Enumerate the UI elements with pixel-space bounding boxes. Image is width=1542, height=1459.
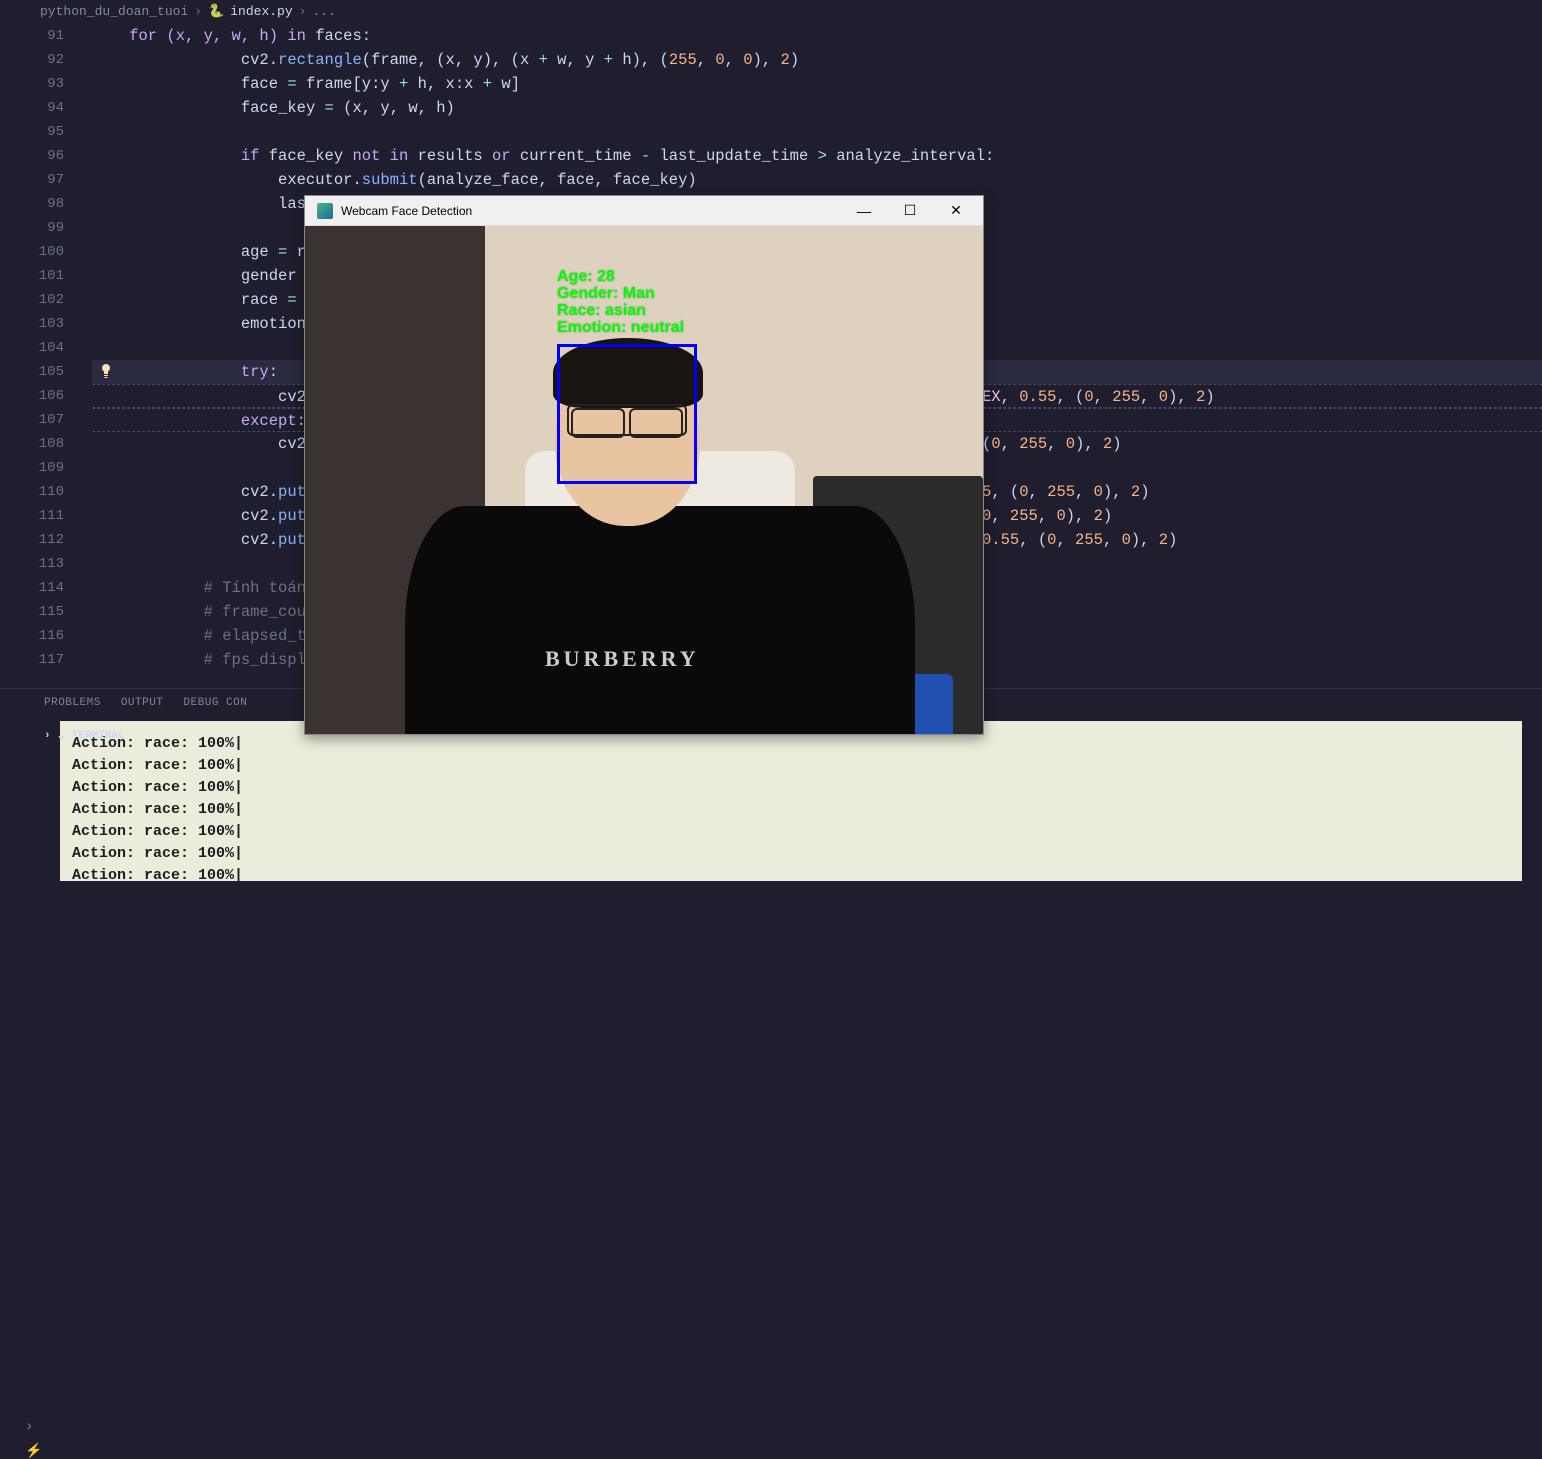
breadcrumb[interactable]: python_du_doan_tuoi › 🐍 index.py › ... [40, 0, 336, 22]
code-line[interactable]: for (x, y, w, h) in faces: [92, 24, 1542, 48]
line-number: 97 [0, 168, 64, 192]
code-line[interactable]: face = frame[y:y + h, x:x + w] [92, 72, 1542, 96]
code-line[interactable]: cv2.rectangle(frame, (x, y), (x + w, y +… [92, 48, 1542, 72]
line-number: 117 [0, 648, 64, 672]
line-number: 94 [0, 96, 64, 120]
terminal-sidebar-icons: › ⚡ [25, 1419, 43, 1459]
code-line[interactable]: if face_key not in results or current_ti… [92, 144, 1542, 168]
tab-debug-console[interactable]: DEBUG CON [183, 697, 247, 709]
line-number: 98 [0, 192, 64, 216]
lightbulb-icon[interactable] [98, 363, 114, 379]
chevron-down-icon[interactable]: ⌄ [57, 729, 66, 743]
line-number-gutter: 9192939495969798991001011021031041051061… [0, 24, 90, 672]
terminal-line: Action: race: 100%| [72, 733, 1510, 755]
terminal-line: Action: race: 100%| [72, 777, 1510, 799]
line-number: 110 [0, 480, 64, 504]
bottom-panel: PROBLEMS OUTPUT DEBUG CON › ⌄ TERMINAL ›… [0, 688, 1542, 1090]
breadcrumb-separator: › [299, 4, 307, 19]
code-line[interactable]: executor.submit(analyze_face, face, face… [92, 168, 1542, 192]
line-number: 107 [0, 408, 64, 432]
code-line[interactable] [92, 120, 1542, 144]
window-titlebar[interactable]: Webcam Face Detection — ☐ ✕ [305, 196, 983, 226]
line-number: 100 [0, 240, 64, 264]
line-number: 93 [0, 72, 64, 96]
terminal-line: Action: race: 100%| [72, 755, 1510, 777]
minimize-button[interactable]: — [841, 196, 887, 226]
face-detection-box [557, 344, 697, 484]
line-number: 101 [0, 264, 64, 288]
python-file-icon: 🐍 [208, 4, 224, 19]
line-number: 102 [0, 288, 64, 312]
line-number: 92 [0, 48, 64, 72]
line-number: 105 [0, 360, 64, 384]
detection-overlay: Age: 28 Gender: Man Race: asian Emotion:… [557, 268, 684, 336]
breadcrumb-separator: › [194, 4, 202, 19]
overlay-emotion: Emotion: neutral [557, 319, 684, 336]
line-number: 108 [0, 432, 64, 456]
line-number: 113 [0, 552, 64, 576]
terminal-line: Action: race: 100%| [72, 799, 1510, 821]
line-number: 104 [0, 336, 64, 360]
breadcrumb-folder[interactable]: python_du_doan_tuoi [40, 4, 188, 19]
terminal-output[interactable]: Action: race: 100%|Action: race: 100%|Ac… [60, 721, 1522, 881]
plug-icon[interactable]: ⚡ [25, 1443, 43, 1459]
close-button[interactable]: ✕ [933, 196, 979, 226]
terminal-line: Action: race: 100%| [72, 843, 1510, 865]
line-number: 91 [0, 24, 64, 48]
line-number: 106 [0, 384, 64, 408]
chevron-right-icon[interactable]: › [25, 1419, 43, 1435]
code-line[interactable]: face_key = (x, y, w, h) [92, 96, 1542, 120]
overlay-race: Race: asian [557, 302, 684, 319]
breadcrumb-trail[interactable]: ... [312, 4, 335, 19]
line-number: 114 [0, 576, 64, 600]
line-number: 103 [0, 312, 64, 336]
window-title: Webcam Face Detection [341, 204, 841, 218]
line-number: 116 [0, 624, 64, 648]
breadcrumb-file[interactable]: index.py [230, 4, 292, 19]
terminal-tab[interactable]: TERMINAL [72, 730, 125, 742]
terminal-line: Action: race: 100%| [72, 821, 1510, 843]
line-number: 96 [0, 144, 64, 168]
line-number: 99 [0, 216, 64, 240]
line-number: 95 [0, 120, 64, 144]
person-torso [405, 506, 915, 734]
webcam-video-frame: BURBERRY Age: 28 Gender: Man Race: asian… [305, 226, 983, 734]
line-number: 112 [0, 528, 64, 552]
overlay-age: Age: 28 [557, 268, 684, 285]
line-number: 111 [0, 504, 64, 528]
shirt-logo: BURBERRY [545, 646, 700, 672]
chevron-right-icon[interactable]: › [44, 730, 51, 742]
maximize-button[interactable]: ☐ [887, 196, 933, 226]
terminal-line: Action: race: 100%| [72, 865, 1510, 881]
line-number: 115 [0, 600, 64, 624]
overlay-gender: Gender: Man [557, 285, 684, 302]
line-number: 109 [0, 456, 64, 480]
tab-problems[interactable]: PROBLEMS [44, 697, 101, 709]
tab-output[interactable]: OUTPUT [121, 697, 164, 709]
webcam-window: Webcam Face Detection — ☐ ✕ BURBERRY Age… [304, 195, 984, 735]
app-icon [317, 203, 333, 219]
